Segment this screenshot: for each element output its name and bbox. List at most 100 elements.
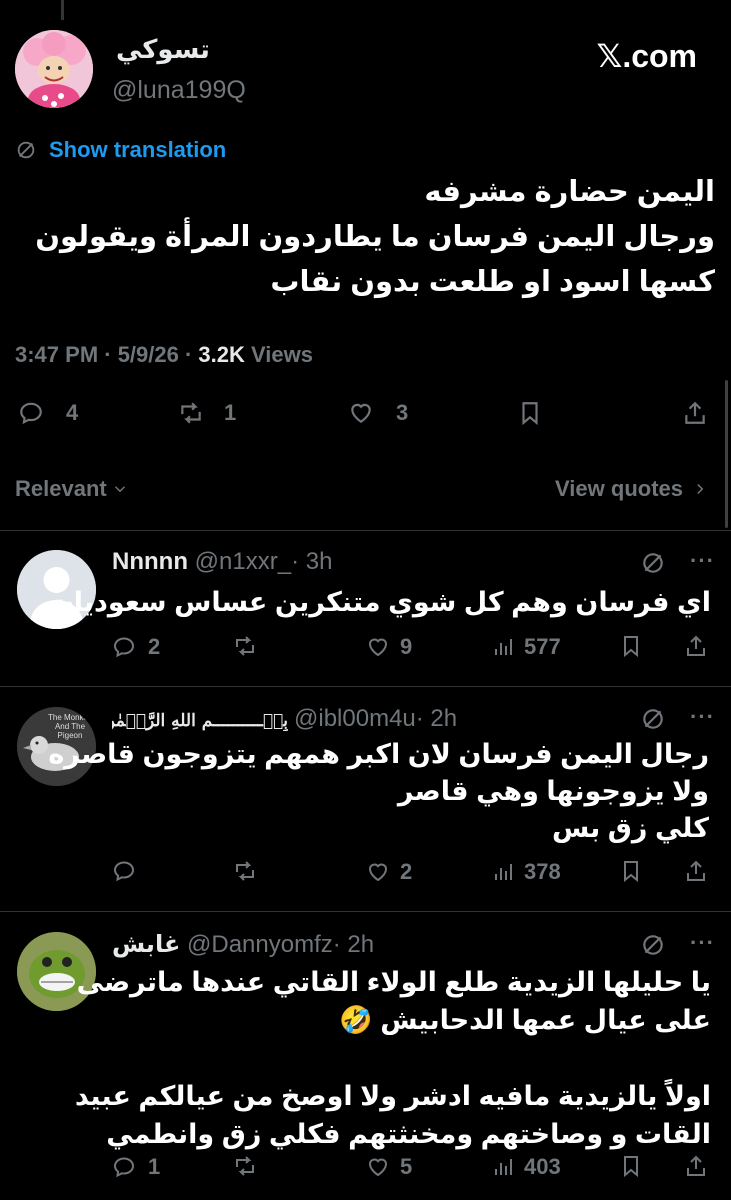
translate-icon[interactable] — [640, 550, 666, 576]
reply-text: اي فرسان وهم كل شوي متنكرين عساس سعوديات — [46, 582, 711, 622]
share-icon — [684, 1154, 708, 1178]
tweet-text: اليمن حضارة مشرفه ورجال اليمن فرسان ما ي… — [15, 170, 715, 305]
like-count: 3 — [396, 400, 409, 425]
reply-count: 2 — [148, 634, 161, 659]
views-count: 577 — [524, 634, 561, 659]
tweet-timestamp[interactable]: 3:47 PM · 5/9/26 · — [15, 342, 198, 367]
more-icon[interactable]: ··· — [690, 930, 715, 956]
like-button[interactable]: 9 — [366, 634, 412, 660]
more-icon[interactable]: ··· — [690, 704, 715, 730]
reply-line: القات و وصاختهم ومخنثتهم فكلي زق وانطمي — [106, 1119, 711, 1149]
divider — [0, 686, 731, 687]
tweet-line: كسها اسود او طلعت بدون نقاب — [270, 266, 715, 298]
reply-line: كلي زق بس — [551, 813, 709, 843]
views-button[interactable]: 403 — [492, 1154, 561, 1180]
reply-line — [111, 1039, 711, 1077]
reply-button[interactable]: 1 — [112, 1154, 160, 1180]
repost-button[interactable] — [233, 634, 257, 658]
reply-handle[interactable]: @Dannyomfz — [187, 931, 333, 958]
heart-icon — [348, 400, 374, 426]
reply-count: 1 — [148, 1154, 161, 1179]
reply-handle[interactable]: @n1xxr_ — [195, 548, 291, 575]
bookmark-button[interactable] — [619, 634, 643, 658]
x-logo: 𝕏.com — [596, 38, 697, 74]
reply-author-name[interactable]: بِسۡــــــــــمِ اللهِ الرَّحۡمٰنِ الرَّ… — [112, 711, 288, 731]
reply-time[interactable]: · 3h — [291, 548, 332, 575]
repost-icon — [233, 859, 257, 883]
like-button[interactable]: 3 — [348, 400, 408, 426]
bookmark-button[interactable] — [619, 1154, 643, 1178]
heart-icon — [366, 1155, 390, 1179]
author-display-name[interactable]: تسوكي — [116, 34, 210, 65]
bookmark-button[interactable] — [619, 859, 643, 883]
views-count: 403 — [524, 1154, 561, 1179]
share-button[interactable] — [684, 859, 708, 883]
like-button[interactable]: 5 — [366, 1154, 412, 1180]
thread-line — [61, 0, 64, 20]
reply-icon — [112, 859, 136, 883]
repost-button[interactable] — [233, 859, 257, 883]
reply-button[interactable] — [112, 859, 136, 883]
reply-header: بِسۡــــــــــمِ اللهِ الرَّحۡمٰنِ الرَّ… — [112, 705, 457, 733]
bookmark-icon — [619, 1154, 643, 1178]
reply-line: على عيال عمها الدحابيش 🤣 — [339, 1005, 711, 1035]
views-button[interactable]: 577 — [492, 634, 561, 660]
reply-line: اي فرسان وهم كل شوي متنكرين عساس سعوديات — [46, 587, 711, 617]
share-button[interactable] — [682, 400, 708, 426]
reply-header: Nnnnn @n1xxr_· 3h — [112, 548, 332, 576]
show-translation-link[interactable]: Show translation — [15, 136, 226, 164]
tweet-line: ورجال اليمن فرسان ما يطاردون المرأة ويقو… — [35, 221, 715, 253]
repost-button[interactable] — [233, 1154, 257, 1178]
share-icon — [684, 859, 708, 883]
sort-label: Relevant — [15, 476, 107, 501]
bookmark-icon — [517, 400, 543, 426]
bookmark-icon — [619, 634, 643, 658]
views-button[interactable]: 378 — [492, 859, 561, 885]
reply-header: غابش @Dannyomfz· 2h — [112, 930, 374, 959]
view-quotes-link[interactable]: View quotes — [555, 476, 709, 502]
reply-line: رجال اليمن فرسان لان اكبر همهم يتزوجون ق… — [48, 739, 709, 769]
reply-line: اولاً يالزيدية مافيه ادشر ولا اوصخ من عي… — [74, 1081, 711, 1111]
bookmark-button[interactable] — [517, 400, 543, 426]
repost-icon — [178, 400, 204, 426]
reply-button[interactable]: 4 — [18, 400, 78, 426]
reply-button[interactable]: 2 — [112, 634, 160, 660]
view-quotes-label: View quotes — [555, 476, 683, 501]
translate-icon — [15, 139, 43, 161]
analytics-icon — [492, 635, 516, 659]
reply-author-name[interactable]: غابش — [112, 931, 180, 958]
repost-button[interactable]: 1 — [178, 400, 236, 426]
share-button[interactable] — [684, 1154, 708, 1178]
views-count: 3.2K — [198, 342, 245, 367]
reply-time[interactable]: · 2h — [416, 705, 457, 733]
sort-dropdown[interactable]: Relevant — [15, 476, 129, 502]
translate-icon[interactable] — [640, 932, 666, 958]
like-count: 2 — [400, 859, 413, 884]
scrollbar[interactable] — [725, 380, 728, 528]
like-button[interactable]: 2 — [366, 859, 412, 885]
divider — [0, 911, 731, 912]
like-count: 9 — [400, 634, 413, 659]
views-label: Views — [244, 342, 313, 367]
chevron-down-icon — [111, 480, 129, 498]
share-button[interactable] — [684, 634, 708, 658]
chevron-right-icon — [691, 480, 709, 498]
author-avatar[interactable] — [15, 30, 93, 108]
repost-count: 1 — [224, 400, 237, 425]
reply-line: ولا يزوجونها وهي قاصر — [397, 776, 709, 806]
reply-icon — [112, 1155, 136, 1179]
reply-handle[interactable]: @ibl00m4u — [294, 705, 416, 733]
reply-text: رجال اليمن فرسان لان اكبر همهم يتزوجون ق… — [48, 736, 709, 847]
heart-icon — [366, 860, 390, 884]
tweet-meta: 3:47 PM · 5/9/26 · 3.2K Views — [15, 342, 313, 368]
reply-time[interactable]: · 2h — [333, 931, 374, 958]
translate-icon[interactable] — [640, 706, 666, 732]
reply-text: يا حليلها الزيدية طلع الولاء القاتي عنده… — [74, 963, 711, 1153]
share-icon — [682, 400, 708, 426]
reply-author-name[interactable]: Nnnnn — [112, 548, 188, 575]
more-icon[interactable]: ··· — [690, 548, 715, 574]
analytics-icon — [492, 1155, 516, 1179]
divider — [0, 530, 731, 531]
repost-icon — [233, 1154, 257, 1178]
author-handle[interactable]: @luna199Q — [112, 76, 246, 105]
